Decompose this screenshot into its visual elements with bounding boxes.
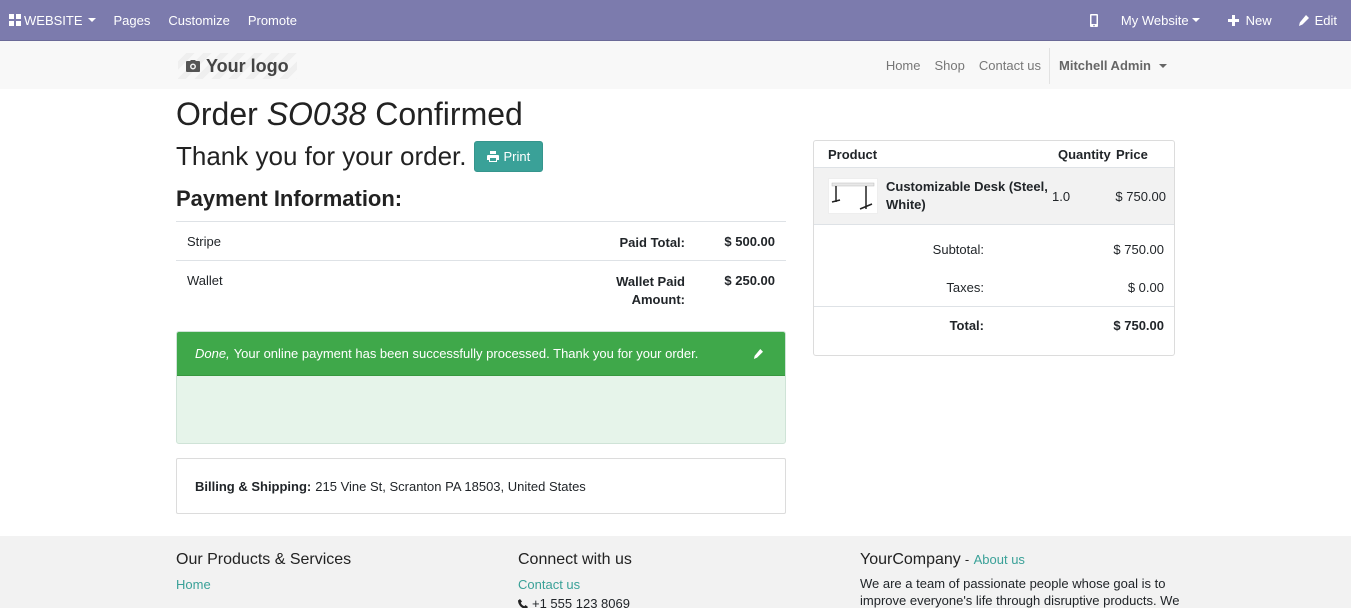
nav-home[interactable]: Home [879,58,928,73]
payment-amount: $ 250.00 [724,273,775,288]
footer-products-title: Our Products & Services [176,551,352,568]
chevron-down-icon [1191,18,1200,22]
subtotal-label: Subtotal: [932,241,984,257]
site-logo[interactable]: Your logo [178,53,297,79]
promote-menu[interactable]: Promote [239,0,306,40]
camera-icon [186,60,200,72]
footer-phone: +1 555 123 8069 [518,596,632,608]
admin-bar: WEBSITE Pages Customize Promote My Websi… [0,0,1351,40]
nav-shop[interactable]: Shop [928,58,972,73]
mobile-icon [1089,13,1098,27]
order-reference: SO038 [266,96,367,132]
payment-label: Paid Total: [619,235,685,250]
billing-label: Billing & Shipping: [195,478,312,494]
mobile-preview-button[interactable] [1076,0,1112,40]
payment-success-alert: Done, Your online payment has been succe… [176,331,786,444]
total-value: $ 750.00 [1113,318,1164,333]
footer-col-connect: Connect with us Contact us +1 555 123 80… [518,551,632,608]
cart-line: Customizable Desk (Steel, White) 1.0 $ 7… [814,168,1174,225]
chevron-down-icon [87,18,96,22]
billing-shipping-card: Billing & Shipping: 215 Vine St, Scranto… [176,458,786,514]
alert-header: Done, Your online payment has been succe… [177,332,785,376]
site-nav: Home Shop Contact us Mitchell Admin [879,41,1175,90]
nav-divider [1049,47,1051,84]
new-label: New [1245,12,1272,28]
apps-grid-icon [9,14,21,26]
title-separator: - [964,552,970,567]
order-title-suffix: Confirmed [375,96,523,132]
table-row: Wallet Wallet Paid Amount: $ 250.00 [176,260,786,316]
taxes-value: $ 0.00 [1127,279,1164,295]
billing-address: 215 Vine St, Scranton PA 18503, United S… [315,478,586,494]
print-button[interactable]: Print [474,141,544,172]
cart-summary: Product Quantity Price Customizable Desk… [813,140,1175,356]
payment-amount: $ 500.00 [724,234,775,249]
user-name: Mitchell Admin [1059,58,1151,73]
footer-company-title: YourCompany - About us [860,551,1180,569]
column-header-product: Product [828,146,878,162]
total-label: Total: [949,318,984,333]
customize-menu[interactable]: Customize [159,0,238,40]
my-website-menu[interactable]: My Website [1112,0,1216,40]
alert-message: Your online payment has been successfull… [233,346,699,361]
table-row: Stripe Paid Total: $ 500.00 [176,221,786,260]
printer-icon [487,151,503,162]
payment-method: Stripe [187,234,221,249]
footer-link-about-us[interactable]: About us [974,552,1025,567]
chevron-down-icon [1159,63,1167,68]
payment-table: Stripe Paid Total: $ 500.00 Wallet Walle… [176,221,786,316]
total-row: Total: $ 750.00 [814,306,1174,344]
plus-icon [1227,14,1239,26]
column-header-quantity: Quantity [1058,146,1111,162]
product-price: $ 750.00 [1115,188,1166,204]
footer-link-home[interactable]: Home [176,577,351,592]
user-menu[interactable]: Mitchell Admin [1051,58,1175,73]
edit-button[interactable]: Edit [1288,0,1351,40]
order-title-prefix: Order [176,96,258,132]
print-label: Print [503,149,531,164]
page-title: Order SO038 Confirmed [176,96,523,133]
product-thumbnail [828,178,878,214]
taxes-label: Taxes: [946,279,984,295]
edit-label: Edit [1314,12,1337,28]
thank-you-text: Thank you for your order. [176,141,467,171]
pages-menu[interactable]: Pages [105,0,160,40]
pencil-icon[interactable] [753,348,763,359]
website-menu-label: WEBSITE [24,12,83,28]
payment-label: Wallet Paid Amount: [616,274,685,307]
footer: Our Products & Services Home Connect wit… [0,536,1351,608]
footer-col-products: Our Products & Services Home [176,551,351,592]
nav-contact-us[interactable]: Contact us [972,58,1048,73]
new-button[interactable]: New [1216,0,1288,40]
footer-link-contact-us[interactable]: Contact us [518,577,632,592]
payment-method: Wallet [187,273,223,288]
phone-icon [518,598,532,608]
company-name: YourCompany [860,551,961,568]
cart-header-row: Product Quantity Price [814,141,1174,168]
phone-number: +1 555 123 8069 [532,596,630,608]
logo-text: Your logo [206,55,289,76]
website-menu[interactable]: WEBSITE [0,0,105,40]
site-header: Your logo Home Shop Contact us Mitchell … [0,40,1351,89]
subtotal-row: Subtotal: $ 750.00 [814,230,1174,268]
thanks-row: Thank you for your order. Print [176,141,544,172]
column-header-price: Price [1116,146,1148,162]
payment-heading: Payment Information: [176,186,403,211]
subtotal-value: $ 750.00 [1113,241,1164,257]
product-name[interactable]: Customizable Desk (Steel, White) [886,178,1056,214]
product-quantity: 1.0 [1052,188,1071,204]
my-website-label: My Website [1120,12,1189,28]
alert-emphasis: Done, [195,346,230,361]
taxes-row: Taxes: $ 0.00 [814,268,1174,306]
company-description: We are a team of passionate people whose… [860,576,1180,608]
footer-col-company: YourCompany - About us We are a team of p… [860,551,1180,608]
footer-connect-title: Connect with us [518,551,632,568]
pencil-icon [1298,14,1309,26]
